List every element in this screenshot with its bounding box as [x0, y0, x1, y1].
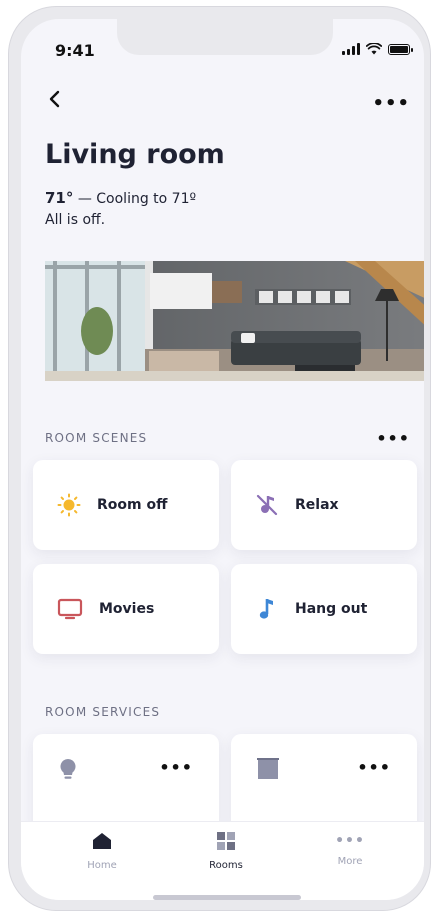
no-music-icon: [256, 494, 278, 516]
service-lights[interactable]: •••: [33, 734, 219, 834]
more-dots-icon: •••: [335, 833, 365, 849]
tab-home[interactable]: Home: [57, 832, 147, 871]
cooling-status: — Cooling to 71º: [73, 191, 197, 207]
status-icons: [342, 43, 413, 55]
room-scenes-heading: ROOM SCENES: [45, 431, 148, 445]
devices-summary: All is off.: [45, 212, 106, 228]
home-indicator[interactable]: [153, 895, 301, 900]
grid-icon: [217, 832, 235, 850]
notch: [117, 19, 333, 55]
tab-rooms[interactable]: Rooms: [181, 832, 271, 871]
scene-label: Hang out: [295, 601, 368, 617]
screen: 9:41 ••• Living room 71° — Cooling to 71…: [21, 19, 424, 900]
tab-more[interactable]: ••• More: [305, 832, 395, 867]
home-icon: [93, 833, 111, 849]
battery-icon: [388, 43, 413, 55]
more-options-icon[interactable]: •••: [372, 93, 410, 114]
tab-label: Home: [87, 860, 117, 871]
music-note-icon: [259, 599, 273, 619]
scene-movies[interactable]: Movies: [33, 564, 219, 654]
scene-label: Movies: [99, 601, 155, 617]
scene-label: Room off: [97, 497, 168, 513]
back-arrow-icon[interactable]: [45, 89, 65, 109]
climate-status: 71° — Cooling to 71º: [45, 189, 196, 207]
page-title: Living room: [45, 139, 225, 170]
room-services-heading: ROOM SERVICES: [45, 705, 161, 719]
sun-icon: [57, 493, 81, 517]
room-photo: [45, 261, 424, 381]
service-blinds[interactable]: •••: [231, 734, 417, 834]
tab-bar: Home Rooms ••• More: [21, 821, 424, 900]
scene-label: Relax: [295, 497, 339, 513]
tab-label: Rooms: [209, 860, 243, 871]
scene-relax[interactable]: Relax: [231, 460, 417, 550]
scene-hang-out[interactable]: Hang out: [231, 564, 417, 654]
tab-label: More: [337, 856, 363, 867]
scenes-more-icon[interactable]: •••: [376, 429, 410, 448]
lightbulb-icon: [60, 759, 76, 779]
status-time: 9:41: [55, 41, 95, 60]
current-temperature: 71°: [45, 189, 74, 207]
wifi-icon: [366, 43, 382, 55]
blinds-icon: [257, 758, 279, 779]
signal-icon: [342, 43, 360, 55]
service-more-icon[interactable]: •••: [159, 758, 193, 777]
tv-icon: [57, 598, 83, 620]
scene-room-off[interactable]: Room off: [33, 460, 219, 550]
service-more-icon[interactable]: •••: [357, 758, 391, 777]
phone-frame: 9:41 ••• Living room 71° — Cooling to 71…: [8, 6, 431, 911]
